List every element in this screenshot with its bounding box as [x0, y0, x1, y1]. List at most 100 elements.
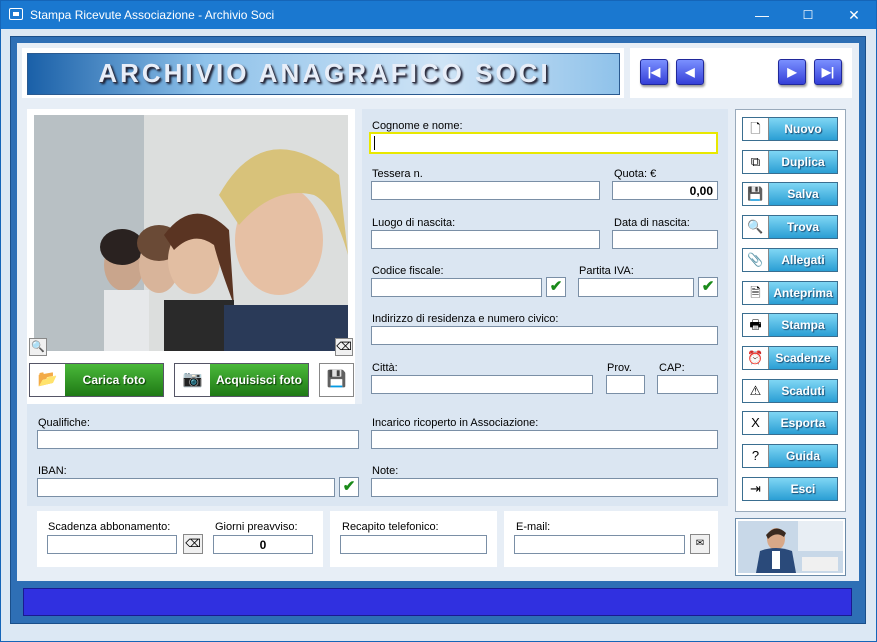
- allegati-icon: 📎: [743, 248, 769, 271]
- qualifiche-label: Qualifiche:: [38, 417, 90, 429]
- sidebar-button-nuovo[interactable]: 🗋 Nuovo: [742, 117, 838, 141]
- window-title: Stampa Ricevute Associazione - Archivio …: [30, 8, 275, 22]
- sidebar-image: [735, 518, 846, 576]
- indirizzo-input[interactable]: [371, 326, 718, 345]
- eraser-icon: ⌫: [185, 538, 201, 550]
- scadenza-input[interactable]: [47, 535, 177, 554]
- email-input[interactable]: [514, 535, 685, 554]
- qualifiche-input[interactable]: [37, 430, 359, 449]
- webcam-icon: 📷: [175, 364, 210, 396]
- cap-label: CAP:: [659, 362, 685, 374]
- sidebar-button-scaduti[interactable]: ⚠ Scaduti: [742, 378, 838, 403]
- cap-input[interactable]: [657, 375, 718, 394]
- iban-input[interactable]: [37, 478, 335, 497]
- nuovo-icon: 🗋: [743, 118, 769, 140]
- close-button[interactable]: ✕: [831, 1, 877, 29]
- iban-label: IBAN:: [38, 465, 67, 477]
- indirizzo-label: Indirizzo di residenza e numero civico:: [372, 313, 559, 325]
- giorni-preavviso-input[interactable]: 0: [213, 535, 313, 554]
- sidebar-button-label: Salva: [769, 183, 837, 206]
- prov-input[interactable]: [606, 375, 645, 394]
- sidebar-button-allegati[interactable]: 📎 Allegati: [742, 247, 838, 272]
- sidebar-button-label: Guida: [769, 445, 837, 467]
- first-record-button[interactable]: |◀: [640, 59, 668, 85]
- incarico-input[interactable]: [371, 430, 718, 449]
- mail-icon: ✉: [695, 538, 705, 549]
- next-record-button[interactable]: ▶: [778, 59, 806, 85]
- duplica-icon: ⧉: [743, 150, 769, 173]
- recapito-label: Recapito telefonico:: [342, 521, 439, 533]
- guida-icon: ?: [743, 445, 769, 467]
- sidebar-button-label: Esci: [769, 477, 837, 500]
- data-nascita-input[interactable]: [612, 230, 718, 249]
- status-bar: [23, 588, 852, 616]
- scadenze-icon: ⏰: [743, 346, 769, 369]
- sidebar-button-esci[interactable]: ⇥ Esci: [742, 476, 838, 501]
- verify-iban-button[interactable]: ✔: [339, 477, 359, 497]
- sidebar-button-label: Scadenze: [769, 346, 837, 369]
- email-label: E-mail:: [516, 521, 551, 533]
- app-icon: [9, 8, 23, 20]
- zoom-icon: 🔍: [31, 341, 45, 353]
- sidebar-button-trova[interactable]: 🔍 Trova: [742, 215, 838, 240]
- acquire-photo-button[interactable]: 📷 Acquisisci foto: [174, 363, 309, 397]
- partita-iva-input[interactable]: [578, 278, 694, 297]
- quota-label: Quota: €: [614, 168, 657, 180]
- maximize-button[interactable]: ☐: [785, 1, 831, 29]
- codice-fiscale-input[interactable]: [371, 278, 542, 297]
- prov-label: Prov.: [607, 362, 632, 374]
- load-photo-button[interactable]: 📂 Carica foto: [29, 363, 164, 397]
- page-title: ARCHIVIO ANAGRAFICO SOCI: [98, 58, 551, 88]
- erase-photo-button[interactable]: ⌫: [335, 338, 353, 356]
- eraser-icon: ⌫: [336, 341, 352, 353]
- partita-iva-label: Partita IVA:: [579, 265, 634, 277]
- sidebar-button-esporta[interactable]: X Esporta: [742, 411, 838, 436]
- giorni-preavviso-label: Giorni preavviso:: [215, 521, 298, 533]
- member-photo: [34, 115, 348, 351]
- clear-scadenza-button[interactable]: ⌫: [183, 534, 203, 554]
- note-input[interactable]: [371, 478, 718, 497]
- acquire-photo-label: Acquisisci foto: [210, 364, 308, 396]
- citta-input[interactable]: [371, 375, 593, 394]
- floppy-icon: 💾: [326, 371, 347, 388]
- save-photo-button[interactable]: 💾: [319, 363, 354, 397]
- quota-input[interactable]: 0,00: [612, 181, 718, 200]
- trova-icon: 🔍: [743, 216, 769, 239]
- esporta-icon: X: [743, 412, 769, 435]
- anteprima-icon: 🗎: [743, 281, 769, 304]
- cognome-input[interactable]: [369, 132, 718, 154]
- sidebar-button-label: Esporta: [769, 412, 837, 435]
- scadenza-label: Scadenza abbonamento:: [48, 521, 171, 533]
- verify-cf-button[interactable]: ✔: [546, 277, 566, 297]
- send-email-button[interactable]: ✉: [690, 534, 710, 554]
- codice-fiscale-label: Codice fiscale:: [372, 265, 444, 277]
- stampa-icon: 🖶: [743, 314, 769, 337]
- recapito-input[interactable]: [340, 535, 487, 554]
- sidebar-button-label: Allegati: [769, 248, 837, 271]
- note-label: Note:: [372, 465, 399, 477]
- sidebar-button-guida[interactable]: ? Guida: [742, 444, 838, 468]
- sidebar-button-duplica[interactable]: ⧉ Duplica: [742, 149, 838, 174]
- luogo-nascita-label: Luogo di nascita:: [372, 217, 456, 229]
- scaduti-icon: ⚠: [743, 379, 769, 402]
- zoom-photo-button[interactable]: 🔍: [29, 338, 47, 356]
- sidebar-button-label: Scaduti: [769, 379, 837, 402]
- load-photo-label: Carica foto: [65, 364, 163, 396]
- tessera-input[interactable]: [371, 181, 600, 200]
- sidebar-button-label: Nuovo: [769, 118, 837, 140]
- previous-record-button[interactable]: ◀: [676, 59, 704, 85]
- text-cursor: [374, 136, 375, 150]
- data-nascita-label: Data di nascita:: [614, 217, 690, 229]
- luogo-nascita-input[interactable]: [371, 230, 600, 249]
- verify-piva-button[interactable]: ✔: [698, 277, 718, 297]
- last-record-button[interactable]: ▶|: [814, 59, 842, 85]
- sidebar-button-salva[interactable]: 💾 Salva: [742, 182, 838, 207]
- sidebar-button-label: Stampa: [769, 314, 837, 337]
- sidebar-button-stampa[interactable]: 🖶 Stampa: [742, 313, 838, 338]
- tessera-label: Tessera n.: [372, 168, 423, 180]
- minimize-button[interactable]: —: [739, 1, 785, 29]
- cognome-label: Cognome e nome:: [372, 120, 463, 132]
- salva-icon: 💾: [743, 183, 769, 206]
- sidebar-button-scadenze[interactable]: ⏰ Scadenze: [742, 345, 838, 370]
- sidebar-button-anteprima[interactable]: 🗎 Anteprima: [742, 280, 838, 305]
